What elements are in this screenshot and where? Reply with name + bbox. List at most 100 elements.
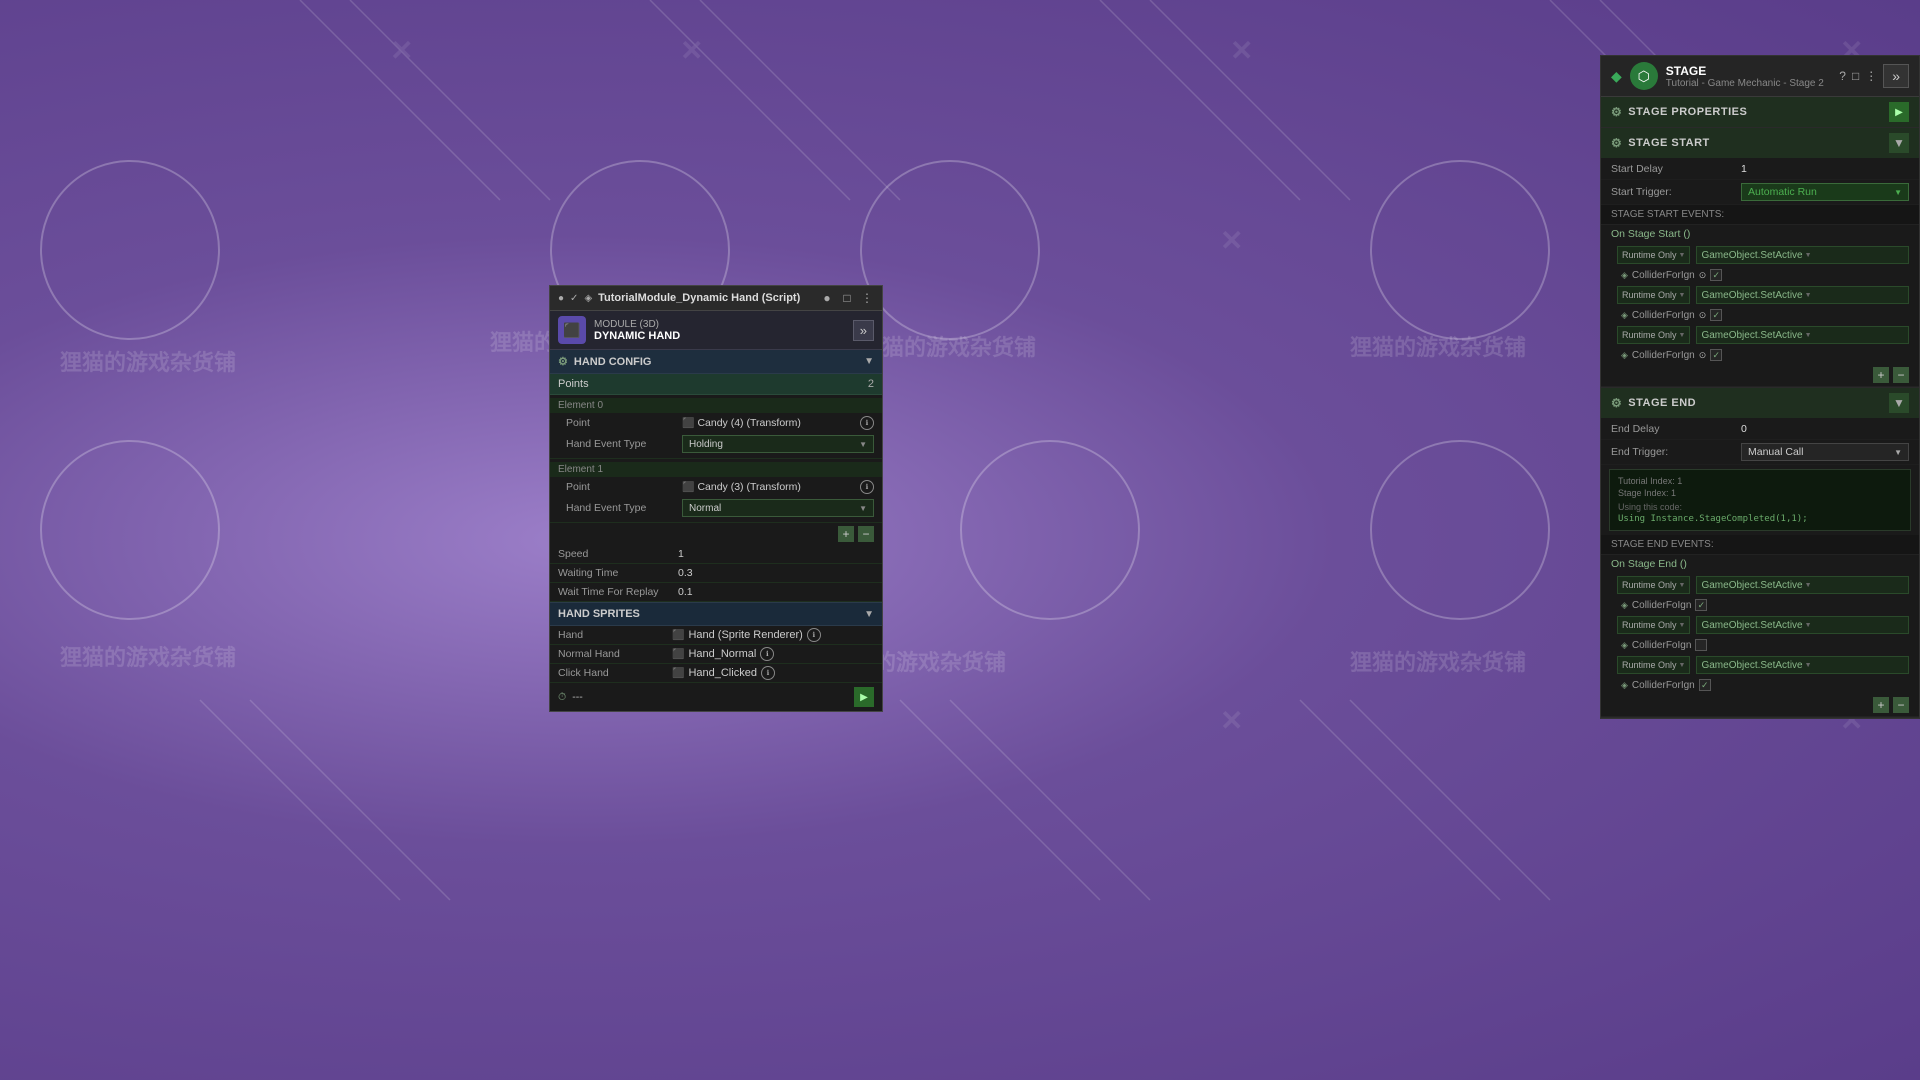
- remove-start-event-btn[interactable]: −: [1893, 367, 1909, 383]
- click-hand-field: Click Hand ⬛ Hand_Clicked ℹ: [550, 664, 882, 683]
- element-1-ref: ⬛ Candy (3) (Transform): [682, 481, 856, 493]
- element-1-event-dropdown[interactable]: Normal ▼: [682, 499, 874, 517]
- stage-properties-header[interactable]: ⚙ STAGE PROPERTIES ▶: [1601, 97, 1919, 127]
- module-expand-button[interactable]: »: [853, 320, 874, 341]
- cb-0[interactable]: ✓: [1710, 269, 1722, 281]
- end-trigger-arrow: ▼: [1894, 448, 1902, 457]
- stage-properties-play[interactable]: ▶: [1889, 102, 1909, 122]
- stage-start-header[interactable]: ⚙ STAGE START ▼: [1601, 128, 1919, 158]
- anim-header[interactable]: ⏱ --- ▶: [550, 683, 882, 711]
- start-fn-0[interactable]: GameObject.SetActive ▼: [1696, 246, 1909, 264]
- start-trigger-label: Start Trigger:: [1611, 186, 1741, 198]
- stage-start-collapse[interactable]: ▼: [1889, 133, 1909, 153]
- points-header: Points 2: [550, 374, 882, 395]
- stage-start-section: ⚙ STAGE START ▼ Start Delay 1 Start Trig…: [1601, 128, 1919, 388]
- hand-info-btn[interactable]: ℹ: [807, 628, 821, 642]
- add-start-event-btn[interactable]: +: [1873, 367, 1889, 383]
- stage-end-section: ⚙ STAGE END ▼ End Delay 0 End Trigger: M…: [1601, 388, 1919, 718]
- start-delay-field: Start Delay 1: [1601, 158, 1919, 180]
- click-hand-label: Click Hand: [558, 667, 668, 679]
- start-fn-1[interactable]: GameObject.SetActive ▼: [1696, 286, 1909, 304]
- end-collider-label-0: ColliderFoIgn: [1632, 600, 1691, 611]
- collider-icon-0: ◈: [1621, 270, 1628, 281]
- add-point-btn[interactable]: +: [838, 526, 854, 542]
- start-trigger-field: Start Trigger: Automatic Run ▼: [1601, 180, 1919, 205]
- check-icon[interactable]: ✓: [570, 293, 578, 304]
- cb-2[interactable]: ✓: [1710, 349, 1722, 361]
- end-collider-label-2: ColliderForIgn: [1632, 680, 1695, 691]
- hand-label: Hand: [558, 629, 668, 641]
- element-0-event-label: Hand Event Type: [566, 438, 676, 450]
- module-info-btn[interactable]: ●: [820, 291, 834, 305]
- dropdown-arrow-0: ▼: [859, 440, 867, 449]
- start-runtime-1[interactable]: Runtime Only ▼: [1617, 286, 1690, 304]
- visibility-icon[interactable]: ◈: [584, 293, 592, 304]
- element-0-event-dropdown[interactable]: Holding ▼: [682, 435, 874, 453]
- element-1-group: Element 1 Point ⬛ Candy (3) (Transform) …: [550, 459, 882, 523]
- remove-end-event-btn[interactable]: −: [1893, 697, 1909, 713]
- element-0-point-label: Point: [566, 417, 676, 429]
- remove-point-btn[interactable]: −: [858, 526, 874, 542]
- on-stage-start-row: On Stage Start (): [1601, 225, 1919, 244]
- ref-icon-1: ⬛: [682, 482, 694, 493]
- module-menu-btn[interactable]: ⋮: [860, 291, 874, 305]
- stage-end-header[interactable]: ⚙ STAGE END ▼: [1601, 388, 1919, 418]
- cb-1[interactable]: ✓: [1710, 309, 1722, 321]
- hand-config-label: HAND CONFIG: [574, 356, 652, 368]
- module-expand-btn[interactable]: □: [840, 291, 854, 305]
- start-runtime-2[interactable]: Runtime Only ▼: [1617, 326, 1690, 344]
- end-cb-input-1[interactable]: [1695, 639, 1707, 651]
- circle-deco-5: [860, 160, 1040, 340]
- click-hand-info-btn[interactable]: ℹ: [761, 666, 775, 680]
- circle-deco-7: [1370, 160, 1550, 340]
- circle-deco-1: [40, 160, 220, 340]
- waiting-time-label: Waiting Time: [558, 567, 678, 579]
- stage-menu-btn[interactable]: ⋮: [1865, 69, 1877, 83]
- circle-deco-6: [960, 440, 1140, 620]
- start-fn-2[interactable]: GameObject.SetActive ▼: [1696, 326, 1909, 344]
- end-runtime-2[interactable]: Runtime Only ▼: [1617, 656, 1690, 674]
- end-trigger-value: Manual Call: [1748, 446, 1803, 458]
- end-fn-2[interactable]: GameObject.SetActive ▼: [1696, 656, 1909, 674]
- module-header: ⬛ MODULE (3D) DYNAMIC HAND »: [550, 311, 882, 350]
- element-0-info-btn[interactable]: ℹ: [860, 416, 874, 430]
- hand-sprites-header[interactable]: HAND SPRITES ▼: [550, 602, 882, 626]
- speed-value: 1: [678, 548, 684, 560]
- stage-expand-btn[interactable]: □: [1852, 69, 1859, 83]
- hand-sprites-collapse[interactable]: ▼: [864, 609, 874, 620]
- start-trigger-dropdown[interactable]: Automatic Run ▼: [1741, 183, 1909, 201]
- end-cb-input-2[interactable]: ✓: [1699, 679, 1711, 691]
- end-runtime-1[interactable]: Runtime Only ▼: [1617, 616, 1690, 634]
- element-1-event-label: Hand Event Type: [566, 502, 676, 514]
- end-fn-1[interactable]: GameObject.SetActive ▼: [1696, 616, 1909, 634]
- points-count: 2: [868, 378, 874, 390]
- hand-config-header[interactable]: ⚙ HAND CONFIG ▼: [550, 350, 882, 374]
- stage-name: STAGE: [1666, 64, 1824, 78]
- hand-value-container: ⬛ Hand (Sprite Renderer) ℹ: [672, 628, 874, 642]
- lock-icon[interactable]: ●: [558, 293, 564, 304]
- anim-play-btn[interactable]: ▶: [854, 687, 874, 707]
- start-cb-2: ◈ ColliderForIgn ⊙ ✓: [1601, 347, 1919, 364]
- start-runtime-0[interactable]: Runtime Only ▼: [1617, 246, 1690, 264]
- element-1-info-btn[interactable]: ℹ: [860, 480, 874, 494]
- stage-end-title: ⚙ STAGE END: [1611, 396, 1696, 410]
- end-runtime-0[interactable]: Runtime Only ▼: [1617, 576, 1690, 594]
- points-label: Points: [558, 378, 589, 390]
- stage-question-btn[interactable]: ?: [1839, 69, 1846, 83]
- hand-config-collapse[interactable]: ▼: [864, 356, 874, 367]
- stage-expand-arrows[interactable]: »: [1883, 64, 1909, 88]
- end-trigger-label: End Trigger:: [1611, 446, 1741, 458]
- stage-end-collapse[interactable]: ▼: [1889, 393, 1909, 413]
- element-1-point-label: Point: [566, 481, 676, 493]
- normal-hand-info-btn[interactable]: ℹ: [760, 647, 774, 661]
- stage-right-panel: ◆ ⬡ STAGE Tutorial - Game Mechanic - Sta…: [1600, 55, 1920, 719]
- end-fn-0[interactable]: GameObject.SetActive ▼: [1696, 576, 1909, 594]
- end-event-1: Runtime Only ▼ GameObject.SetActive ▼: [1601, 614, 1919, 637]
- hand-value: Hand (Sprite Renderer): [688, 629, 802, 641]
- cb-check-2: ⊙: [1699, 350, 1707, 361]
- add-end-event-btn[interactable]: +: [1873, 697, 1889, 713]
- element-0-ref: ⬛ Candy (4) (Transform): [682, 417, 856, 429]
- end-trigger-dropdown[interactable]: Manual Call ▼: [1741, 443, 1909, 461]
- end-cb-input-0[interactable]: ✓: [1695, 599, 1707, 611]
- end-event-2: Runtime Only ▼ GameObject.SetActive ▼: [1601, 654, 1919, 677]
